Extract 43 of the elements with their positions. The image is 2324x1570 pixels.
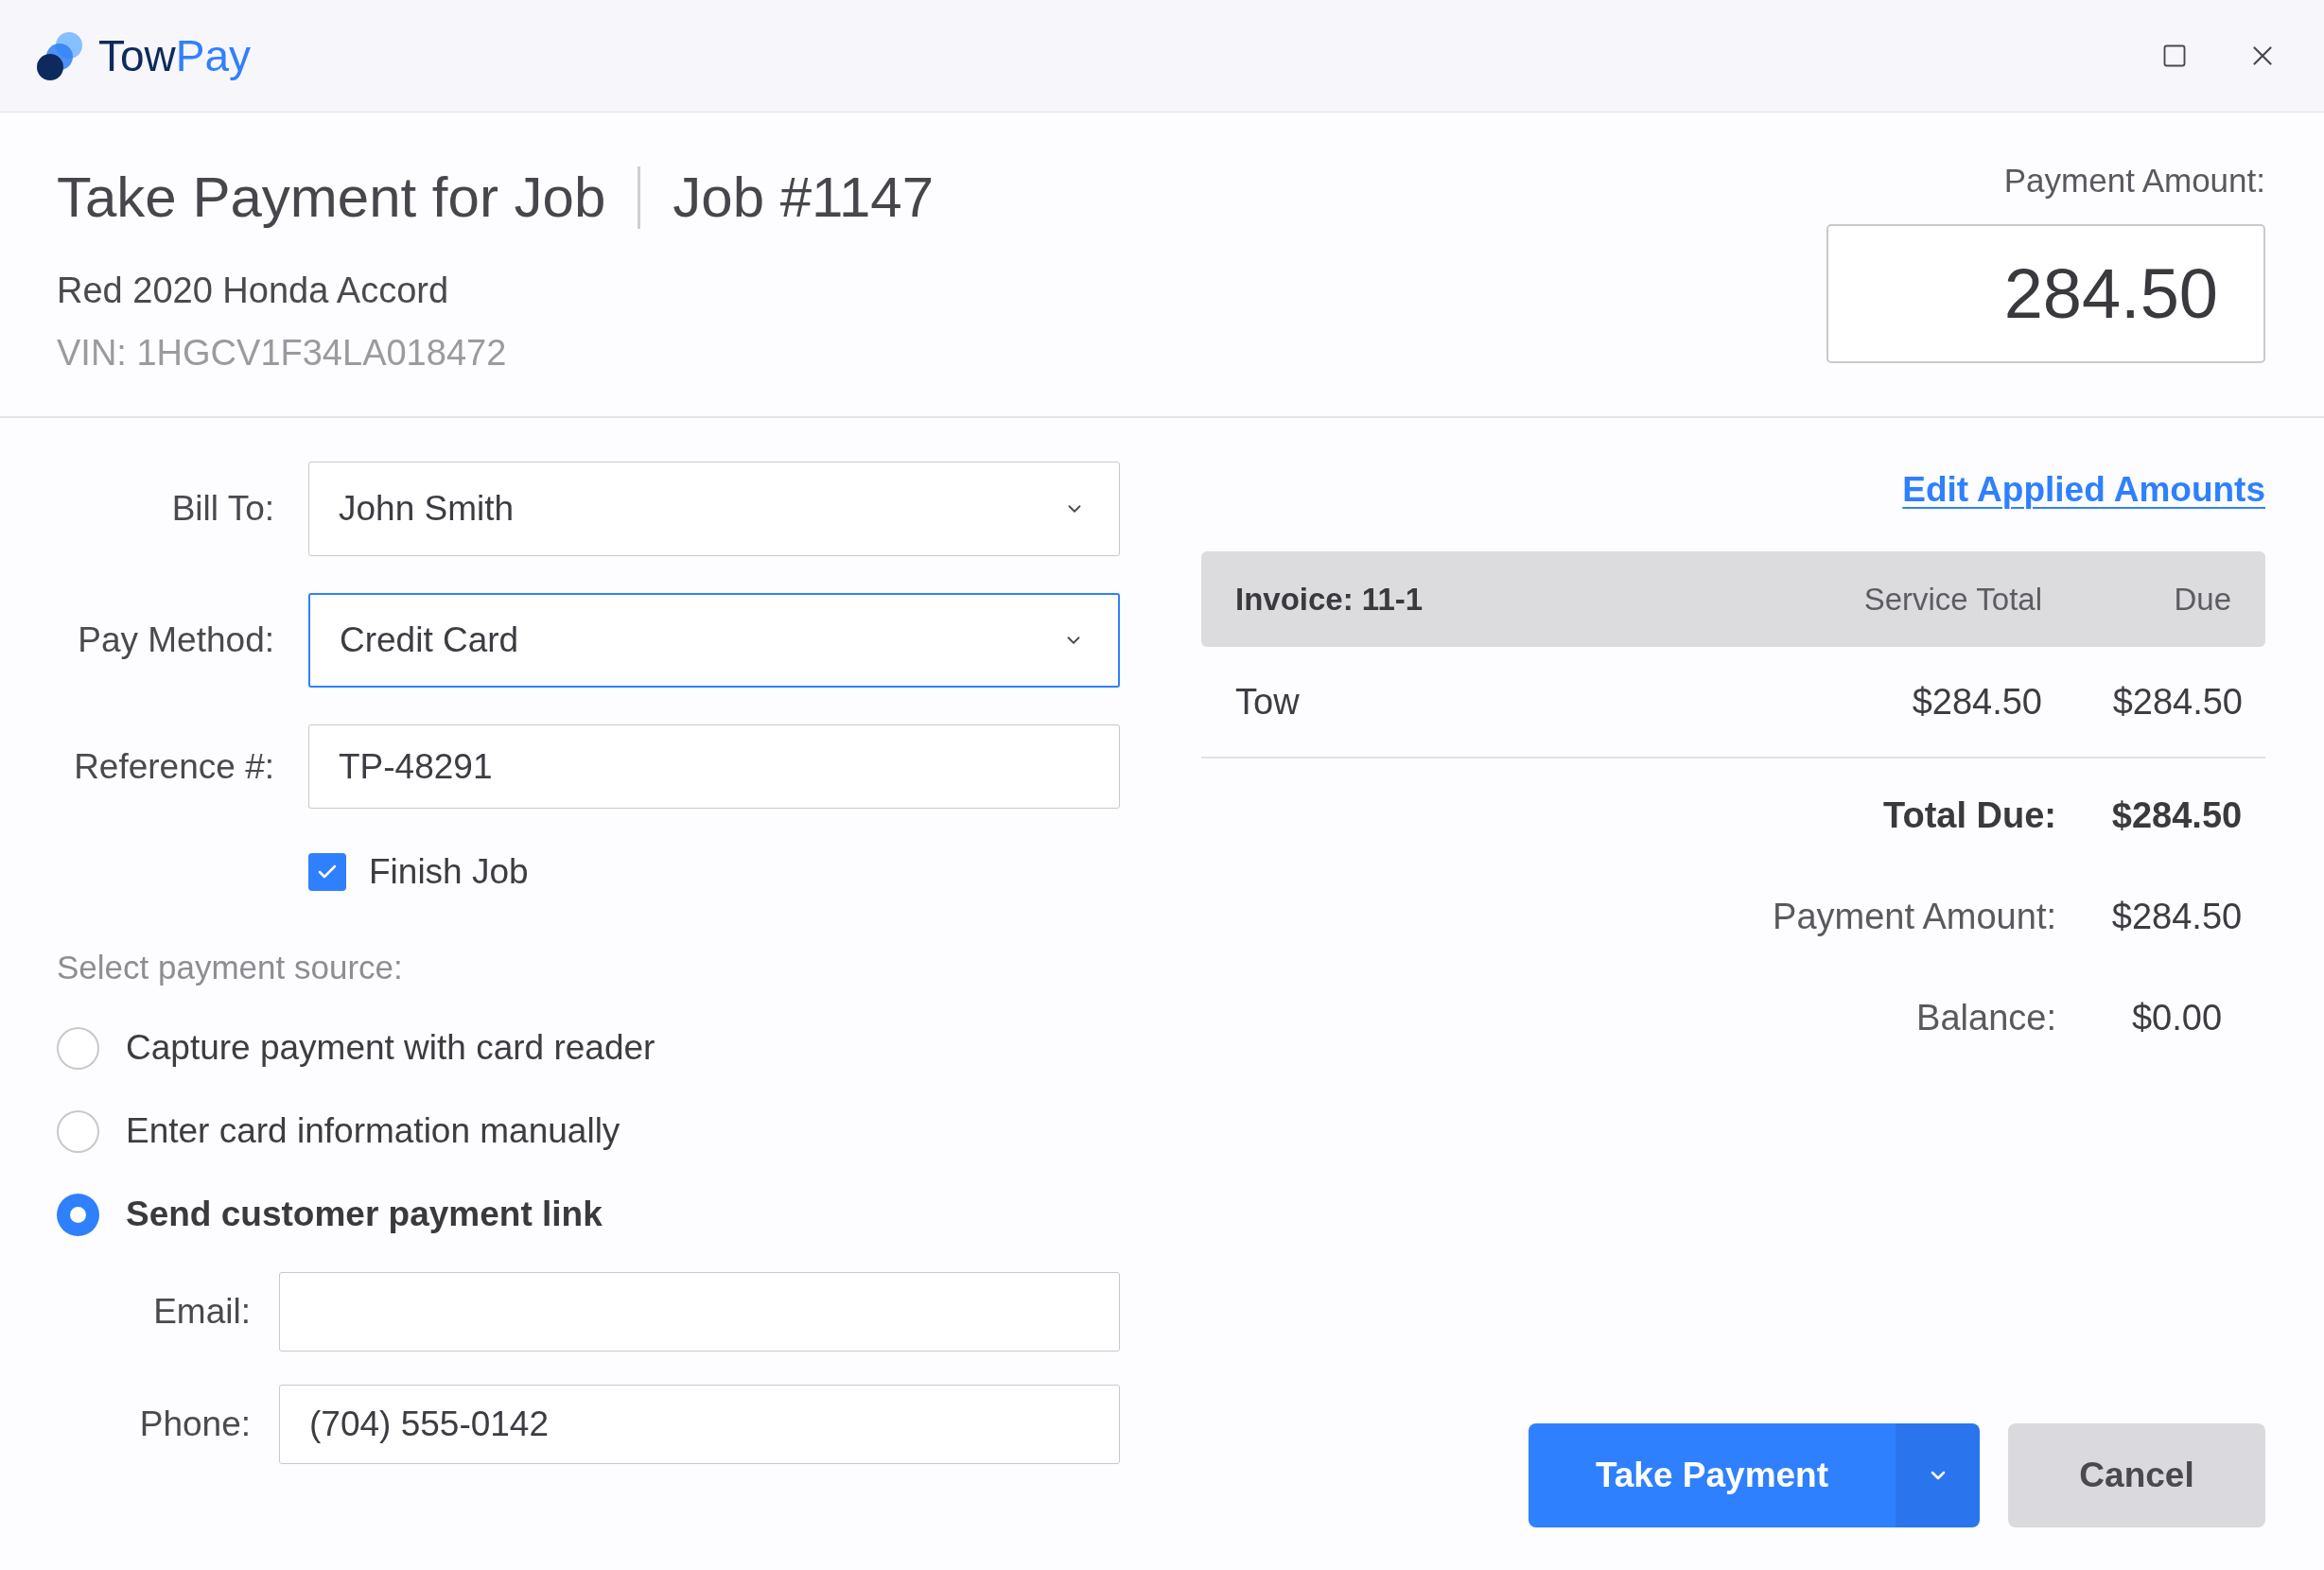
field-label: Pay Method: <box>77 619 274 661</box>
take-payment-button[interactable]: Take Payment <box>1529 1423 1896 1527</box>
radio-label: Enter card information manually <box>126 1110 620 1152</box>
app-logo-text: TowPay <box>98 30 252 82</box>
maximize-icon[interactable] <box>2161 43 2188 69</box>
radio-button[interactable] <box>57 1193 99 1236</box>
vehicle-description: Red 2020 Honda Accord <box>57 270 450 311</box>
dropdown-field[interactable]: John Smith <box>308 462 1120 556</box>
radio-button[interactable] <box>57 1109 99 1153</box>
dialog-title: Take Payment for Job <box>57 167 606 228</box>
summary-label: Payment Amount: <box>1772 896 2056 937</box>
radio-label: Send customer payment link <box>126 1194 603 1235</box>
table-cell-text: $284.50 <box>2111 681 2244 723</box>
checkbox-label: Finish Job <box>369 851 529 893</box>
table-cell-text: Tow <box>1234 681 1301 723</box>
radio-label: Capture payment with card reader <box>126 1027 655 1069</box>
summary-value: $284.50 <box>2110 794 2244 836</box>
logo-icon <box>36 30 83 81</box>
field-label: Reference #: <box>73 745 274 788</box>
payment-amount-field[interactable]: 284.50 <box>1826 224 2265 363</box>
edit-applied-amounts-link[interactable]: Edit Applied Amounts <box>1902 469 2265 511</box>
column-header: Due <box>2173 580 2232 619</box>
text-field[interactable]: TP-48291 <box>308 724 1120 809</box>
vin-text: VIN: 1HGCV1F34LA018472 <box>57 332 508 374</box>
field-label: Email: <box>152 1291 251 1333</box>
job-number: Job #1147 <box>673 167 935 228</box>
section-prompt: Select payment source: <box>57 948 404 987</box>
text-field[interactable]: (704) 555-0142 <box>279 1385 1120 1464</box>
summary-label: Balance: <box>1915 997 2056 1038</box>
text-field[interactable] <box>279 1272 1120 1352</box>
payment-amount-label: Payment Amount: <box>2003 162 2265 200</box>
dropdown-field[interactable]: Credit Card <box>308 593 1120 688</box>
cancel-button[interactable]: Cancel <box>2008 1423 2265 1527</box>
column-header: Service Total <box>1862 580 2042 619</box>
field-label: Bill To: <box>170 488 274 530</box>
column-header: Invoice: 11-1 <box>1234 580 1424 619</box>
summary-value: $284.50 <box>2110 896 2244 937</box>
summary-value: $0.00 <box>2130 997 2224 1038</box>
radio-button[interactable] <box>57 1026 99 1070</box>
checkbox[interactable] <box>308 853 346 891</box>
table-cell-text: $284.50 <box>1911 681 2042 723</box>
field-label: Phone: <box>138 1404 251 1445</box>
summary-label: Total Due: <box>1882 794 2056 836</box>
